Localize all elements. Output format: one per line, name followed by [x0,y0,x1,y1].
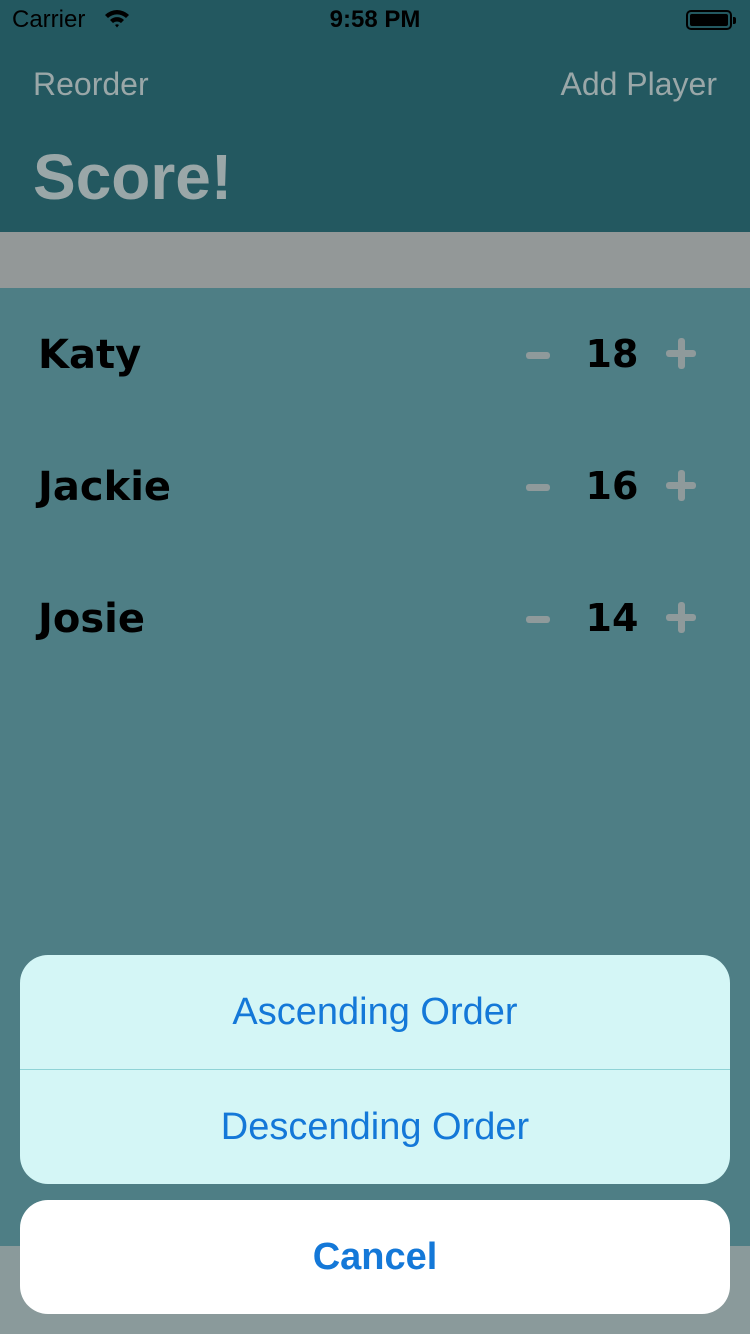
minus-icon[interactable] [525,460,553,500]
header-strip [0,232,750,288]
action-sheet: Ascending Order Descending Order [20,955,730,1184]
reorder-button[interactable]: Reorder [33,66,149,103]
minus-icon[interactable] [525,592,553,632]
player-score: 18 [585,332,639,376]
descending-order-option[interactable]: Descending Order [20,1070,730,1184]
cancel-button[interactable]: Cancel [20,1200,730,1314]
player-row: Josie 14 [0,552,750,684]
player-score: 16 [585,464,639,508]
plus-icon[interactable] [664,328,700,369]
ascending-order-option[interactable]: Ascending Order [20,955,730,1069]
player-name: Josie [38,596,146,642]
plus-icon[interactable] [664,592,700,633]
player-row: Jackie 16 [0,420,750,552]
player-row: Katy 18 [0,288,750,420]
battery-icon [686,10,736,30]
status-time: 9:58 PM [329,6,421,33]
navigation-bar: Reorder Add Player Score! [0,40,750,232]
player-name: Jackie [38,464,172,510]
minus-icon[interactable] [525,328,553,368]
page-title: Score! [33,141,233,213]
add-player-button[interactable]: Add Player [560,66,717,103]
player-name: Katy [38,332,142,378]
plus-icon[interactable] [664,460,700,501]
player-score: 14 [585,596,639,640]
player-list: Katy 18 Jackie 16 Josie 14 [0,288,750,684]
status-bar: Carrier 9:58 PM [0,0,750,40]
